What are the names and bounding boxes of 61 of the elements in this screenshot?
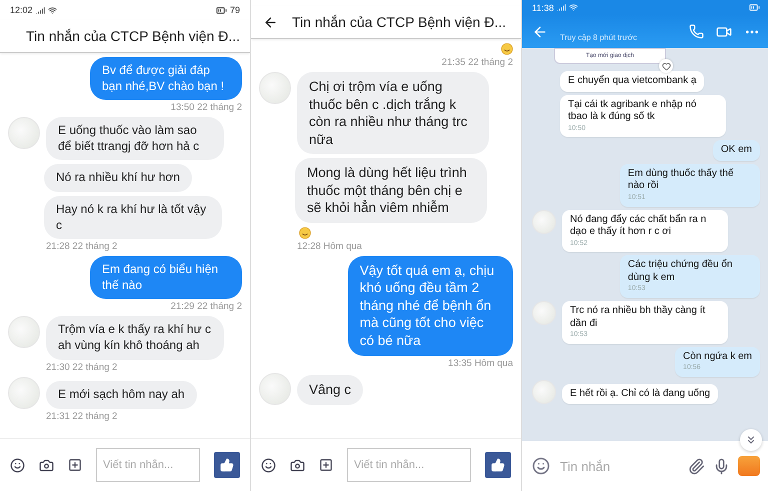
message-text: OK em xyxy=(720,144,752,156)
emoji-icon[interactable] xyxy=(261,458,276,472)
add-icon[interactable] xyxy=(68,458,82,472)
phone-icon[interactable] xyxy=(689,24,704,39)
chat-title: Tin nhắn của CTCP Bệnh viện Đ... xyxy=(292,14,506,30)
message-bubble: E uống thuốc vào làm sao để biết ttrangj đỡ hơn hả c xyxy=(46,117,224,160)
message-text: Tại cái tk agribank e nhập nó tbao là k đúng số tk xyxy=(568,98,696,122)
timestamp: 21:30 22 tháng 2 xyxy=(45,362,118,373)
battery-icon xyxy=(216,4,227,16)
message-bubble: Bv để được giải đáp bạn nhé,BV chào bạn ! xyxy=(90,57,242,100)
timestamp: 21:28 22 tháng 2 xyxy=(45,241,118,252)
message-bubble: Nó ra nhiều khí hư hơn xyxy=(44,164,192,192)
timestamp: 21:35 22 tháng 2 xyxy=(440,57,513,68)
timestamp: 21:29 22 tháng 2 xyxy=(170,301,242,312)
back-icon[interactable] xyxy=(263,14,278,30)
message-text: E hết rồi ạ. Chỉ có là đang uống xyxy=(570,388,710,398)
message-bubble: Trộm vía e k thấy ra khí hư c ah vùng kín khô thoáng ah xyxy=(46,316,224,360)
mic-icon[interactable] xyxy=(713,458,730,474)
message-bubble: E mới sạch hôm nay ah xyxy=(46,380,197,409)
clock: 12:02 xyxy=(10,5,33,15)
message-bubble: Vậy tốt quá em ạ, chịu khó uống đều tầm 2 tháng nhé để bệnh ổn mà cũng tốt cho việc có bé nữa xyxy=(348,256,513,356)
message-text: Nó đang đẩy các chất bẩn ra n dạo e thấy ít hơn r c ơi xyxy=(570,214,706,237)
message-text: Trc nó ra nhiều bh thầy càng ít dần đi xyxy=(570,305,706,328)
emoji-icon[interactable] xyxy=(10,458,25,472)
battery-icon xyxy=(749,2,760,13)
smiley-icon xyxy=(299,226,311,239)
like-button[interactable] xyxy=(485,452,511,478)
message-bubble: Chị ơi trộm vía e uống thuốc bên c .dịch trắng k còn ra nhiều như tháng trc nữa xyxy=(297,72,489,154)
clock: 11:38 xyxy=(532,2,554,12)
timestamp: 13:35 Hôm qua xyxy=(447,358,513,369)
camera-icon[interactable] xyxy=(290,458,305,472)
message-bubble: Vâng c xyxy=(297,375,364,405)
message-text: E chuyển qua vietcombank ạ xyxy=(568,75,696,86)
signal-icon xyxy=(36,6,45,14)
thumbs-up-icon xyxy=(220,458,234,472)
wifi-icon xyxy=(568,3,578,12)
message-text: Em dùng thuốc thấy thế nào rồi xyxy=(628,168,734,192)
message-text: Còn ngứa k em xyxy=(683,350,752,362)
timestamp: 13:50 22 tháng 2 xyxy=(170,102,242,114)
signal-icon xyxy=(556,3,566,12)
last-seen: Truy cập 8 phút trước xyxy=(560,33,638,42)
timestamp: 21:31 22 tháng 2 xyxy=(45,410,118,422)
message-bubble: Em đang có biểu hiện thế nào xyxy=(90,256,242,300)
wifi-icon xyxy=(48,6,57,14)
thumbs-up-icon xyxy=(491,458,505,472)
timestamp: 12:28 Hôm qua xyxy=(296,240,363,252)
sticker-icon[interactable] xyxy=(532,457,550,475)
chat-title: Tin nhắn của CTCP Bệnh viện Đ... xyxy=(26,28,240,44)
image-icon[interactable] xyxy=(738,456,760,476)
message-bubble: Mong là dùng hết liệu trình thuốc một tháng bên chị e sẽ khỏi hẳn viêm nhiễm xyxy=(295,158,487,223)
message-text: Các triệu chứng đều ổn dùng k em xyxy=(628,259,732,283)
message-bubble: Hay nó k ra khí hư là tốt vậy c xyxy=(44,196,222,240)
like-button[interactable] xyxy=(214,452,240,478)
smiley-icon xyxy=(501,43,513,55)
scroll-down-button[interactable] xyxy=(740,429,762,451)
add-icon[interactable] xyxy=(319,458,333,472)
chevrons-down-icon xyxy=(745,434,757,446)
message-composer[interactable]: Tin nhắn xyxy=(522,441,768,491)
attach-icon[interactable] xyxy=(688,458,705,474)
camera-icon[interactable] xyxy=(39,458,54,472)
battery-level: 79 xyxy=(230,5,240,15)
